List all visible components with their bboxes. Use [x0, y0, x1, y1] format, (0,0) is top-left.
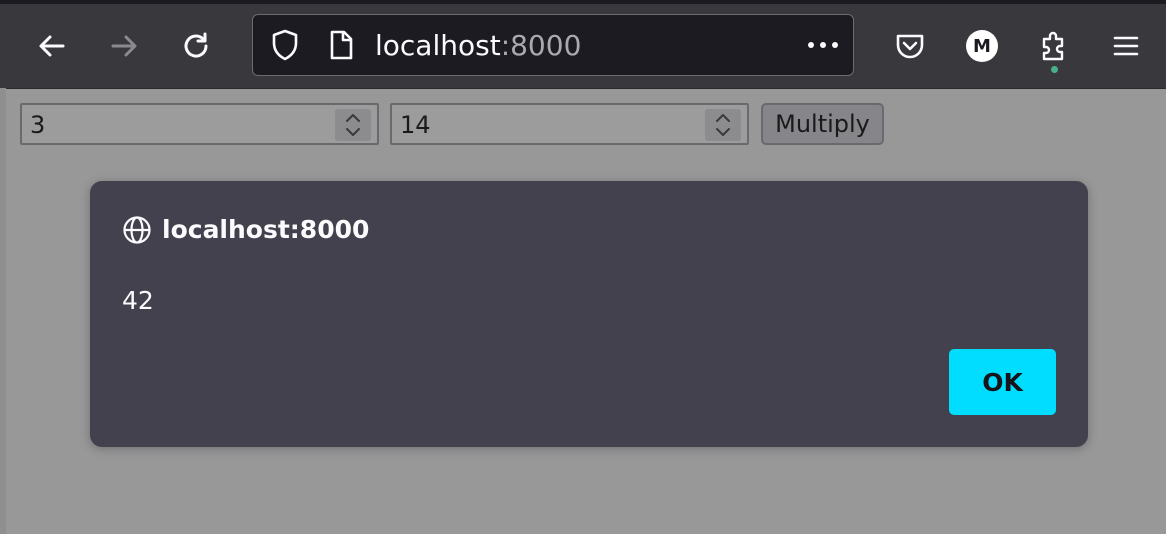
tab-strip-edge [0, 0, 1166, 4]
extensions-icon[interactable] [1034, 26, 1074, 66]
page-icon[interactable] [321, 25, 361, 65]
menu-icon[interactable] [1106, 26, 1146, 66]
spinner-arrows-icon [716, 114, 730, 136]
account-icon[interactable]: M [966, 30, 998, 62]
number-input-a-value: 3 [30, 111, 46, 139]
browser-toolbar: localhost:8000 M [0, 0, 1166, 89]
url-host: localhost [375, 29, 501, 62]
ok-button[interactable]: OK [949, 349, 1056, 415]
dialog-message: 42 [122, 286, 154, 315]
more-dots-icon[interactable] [803, 25, 843, 65]
spinner-arrows-icon [346, 114, 360, 136]
pocket-icon[interactable] [890, 26, 930, 66]
multiply-button[interactable]: Multiply [761, 103, 884, 145]
shield-icon[interactable] [265, 25, 305, 65]
number-input-b-value: 14 [400, 111, 431, 139]
url-text[interactable]: localhost:8000 [375, 29, 581, 63]
forward-arrow-icon[interactable] [104, 26, 144, 66]
number-input-a[interactable]: 3 [20, 103, 379, 145]
number-input-b[interactable]: 14 [390, 103, 749, 145]
number-input-b-spinner[interactable] [705, 109, 741, 141]
url-bar[interactable]: localhost:8000 [252, 14, 854, 76]
extension-status-dot [1051, 66, 1058, 73]
back-arrow-icon[interactable] [32, 26, 72, 66]
number-input-a-spinner[interactable] [335, 109, 371, 141]
alert-dialog: localhost:8000 42 OK [90, 181, 1088, 447]
page-left-edge [0, 88, 6, 534]
url-port: :8000 [500, 29, 582, 62]
reload-icon[interactable] [176, 26, 216, 66]
dialog-title: localhost:8000 [162, 215, 370, 244]
globe-icon [123, 216, 151, 244]
